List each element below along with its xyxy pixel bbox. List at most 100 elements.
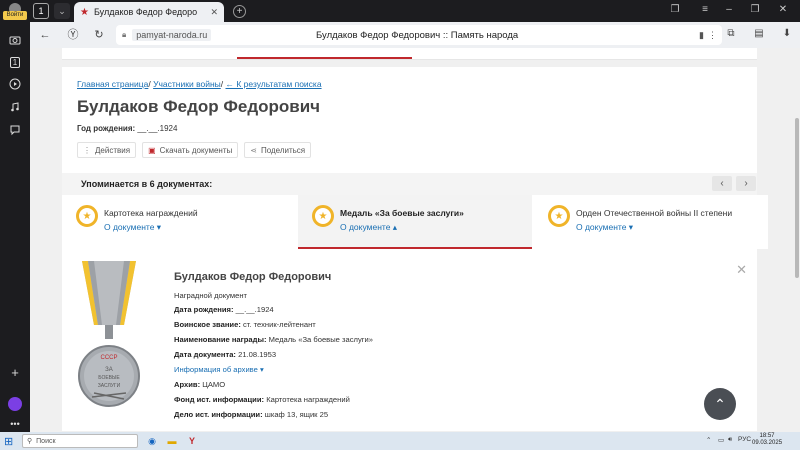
download-icon[interactable]: ⬇ <box>780 28 794 39</box>
about-document-link[interactable]: О документе ▾ <box>104 222 161 233</box>
tab-count-button[interactable]: 1 <box>33 3 49 19</box>
reload-icon[interactable]: ↻ <box>92 28 106 42</box>
bookmark-icon[interactable]: ▮ <box>699 30 704 41</box>
detail-archive: Архив: ЦАМО <box>174 380 226 389</box>
search-placeholder: Поиск <box>36 437 56 445</box>
network-icon[interactable]: ▭ <box>718 436 724 444</box>
doc-tab-medal[interactable]: ★ Медаль «За боевые заслуги» О документе… <box>298 195 532 249</box>
notes-icon[interactable]: ▤ <box>752 28 766 39</box>
add-icon[interactable]: + <box>5 362 25 382</box>
detail-doc-type: Наградной документ <box>174 291 248 300</box>
birth-value: __.__.1924 <box>137 124 178 133</box>
pdf-icon: ▣ <box>148 145 156 155</box>
share-icon: ⋖ <box>250 145 257 155</box>
actions-label: Действия <box>95 145 131 155</box>
prev-arrow-button[interactable]: ‹ <box>712 176 732 191</box>
close-icon[interactable]: ✕ <box>736 262 747 278</box>
next-arrow-button[interactable]: › <box>736 176 756 191</box>
volume-icon[interactable]: 🔊︎ <box>728 436 732 444</box>
medal-icon: ★ <box>312 205 334 227</box>
window-close-icon[interactable]: ✕ <box>776 4 790 15</box>
share-label: Поделиться <box>260 145 306 155</box>
page-content: Главная страница/ Участники войны/ ← К р… <box>30 48 793 432</box>
detail-birth: Дата рождения: __.__.1924 <box>174 305 274 314</box>
url-domain: pamyat-naroda.ru <box>132 29 212 41</box>
mentions-title: Упоминается в 6 документах: <box>81 179 213 189</box>
yandex-icon[interactable]: Ⓨ <box>66 28 80 42</box>
detail-fund: Фонд ист. информации: Картотека награжде… <box>174 395 350 404</box>
new-tab-button[interactable]: + <box>233 5 246 18</box>
url-page-title: Булдаков Федор Федорович :: Память народ… <box>316 29 519 41</box>
alice-icon[interactable] <box>5 394 25 414</box>
clock[interactable]: 18:57 09.03.2025 <box>752 433 782 447</box>
detail-date: Дата документа: 21.08.1953 <box>174 350 277 359</box>
scroll-to-top-button[interactable]: ⌃ <box>704 388 736 420</box>
detail-award: Наименование награды: Медаль «За боевые … <box>174 335 373 344</box>
scrollbar[interactable] <box>793 48 800 432</box>
about-document-link[interactable]: О документе ▾ <box>576 222 633 233</box>
detail-case: Дело ист. информации: шкаф 13, ящик 25 <box>174 410 329 419</box>
url-field[interactable]: 🔒︎ pamyat-naroda.ru Булдаков Федор Федор… <box>116 25 722 45</box>
archive-info-link[interactable]: Информация об архиве ▾ <box>174 365 264 374</box>
doc-tab-title: Орден Отечественной войны II степени <box>576 208 733 218</box>
share-button[interactable]: ⋖ Поделиться <box>244 142 312 158</box>
extensions-icon[interactable]: ⧉ <box>724 28 738 39</box>
actions-button[interactable]: ⋮ Действия <box>77 142 137 158</box>
active-indicator <box>237 57 412 59</box>
language-indicator[interactable]: РУС <box>738 436 751 443</box>
menu-icon[interactable]: ≡ <box>698 4 712 15</box>
more-icon[interactable]: ••• <box>5 414 25 434</box>
tray-arrow-icon[interactable]: ⌃ <box>706 436 711 444</box>
collections-icon[interactable]: ❐ <box>668 4 682 15</box>
close-icon[interactable]: ✕ <box>210 7 218 18</box>
star-icon: ★ <box>80 6 89 18</box>
detail-rank: Воинское звание: ст. техник-лейтенант <box>174 320 316 329</box>
file-explorer-icon[interactable]: ▬ <box>166 435 178 447</box>
search-icon: ⚲ <box>27 438 33 445</box>
medal-text-2: БОЕВЫЕ <box>98 375 120 381</box>
login-button[interactable]: Войти <box>3 11 27 20</box>
breadcrumb: Главная страница/ Участники войны/ ← К р… <box>77 79 322 89</box>
medal-top-text: СССР <box>100 355 117 361</box>
person-card: Главная страница/ Участники войны/ ← К р… <box>62 67 768 431</box>
windows-start-icon[interactable]: ⊞ <box>4 435 13 448</box>
medal-text-3: ЗАСЛУГИ <box>98 383 121 389</box>
browser-sidebar: Войти 1 + ••• <box>0 0 30 432</box>
rail-number-icon[interactable]: 1 <box>5 52 25 72</box>
camera-icon[interactable] <box>5 30 25 50</box>
doc-tab-title: Картотека награждений <box>104 208 198 218</box>
minimize-icon[interactable]: – <box>722 4 736 15</box>
birth-year: Год рождения: __.__.1924 <box>77 124 177 133</box>
detail-name: Булдаков Федор Федорович <box>174 271 332 283</box>
doc-tab-title: Медаль «За боевые заслуги» <box>340 208 464 218</box>
download-label: Скачать документы <box>159 145 233 155</box>
birth-label: Год рождения: <box>77 124 136 133</box>
yandex-browser-icon[interactable]: Y <box>186 435 198 447</box>
messenger-icon[interactable] <box>5 120 25 140</box>
taskbar-search[interactable]: ⚲ Поиск <box>22 434 138 448</box>
tab-active[interactable]: ★ Булдаков Федор Федоро ✕ <box>74 2 224 22</box>
taskbar: ⊞ ⚲ Поиск ◉ ▬ Y ⌃ ▭ 🔊︎ РУС 18:57 09.03.2… <box>0 432 800 450</box>
doc-tab-order[interactable]: ★ Орден Отечественной войны II степени О… <box>534 195 768 249</box>
edge-icon[interactable]: ◉ <box>146 435 158 447</box>
tab-bar: 1 ⌄ ★ Булдаков Федор Федоро ✕ + ❐ ≡ – ❐ … <box>30 0 800 22</box>
breadcrumb-participants[interactable]: Участники войны <box>153 79 221 89</box>
address-bar: ← Ⓨ ↻ 🔒︎ pamyat-naroda.ru Булдаков Федор… <box>30 22 800 48</box>
back-arrow-icon[interactable]: ← <box>38 28 52 42</box>
chevron-down-icon[interactable]: ⌄ <box>54 3 70 19</box>
scroll-thumb[interactable] <box>795 118 799 278</box>
doc-tab-awards-card[interactable]: ★ Картотека награждений О документе ▾ <box>62 195 296 249</box>
page-menu-icon[interactable]: ⋮ <box>708 30 717 41</box>
sticky-nav <box>62 48 757 60</box>
play-icon[interactable] <box>5 74 25 94</box>
breadcrumb-back[interactable]: ← К результатам поиска <box>226 79 322 89</box>
mentions-bar: Упоминается в 6 документах: ‹ › <box>62 173 757 195</box>
tab-title: Булдаков Федор Федоро <box>93 7 198 17</box>
about-document-link[interactable]: О документе ▴ <box>340 222 397 233</box>
breadcrumb-home[interactable]: Главная страница <box>77 79 148 89</box>
music-icon[interactable] <box>5 97 25 117</box>
medal-icon: ★ <box>548 205 570 227</box>
download-documents-button[interactable]: ▣ Скачать документы <box>142 142 239 158</box>
medal-icon: ★ <box>76 205 98 227</box>
restore-icon[interactable]: ❐ <box>748 4 762 15</box>
